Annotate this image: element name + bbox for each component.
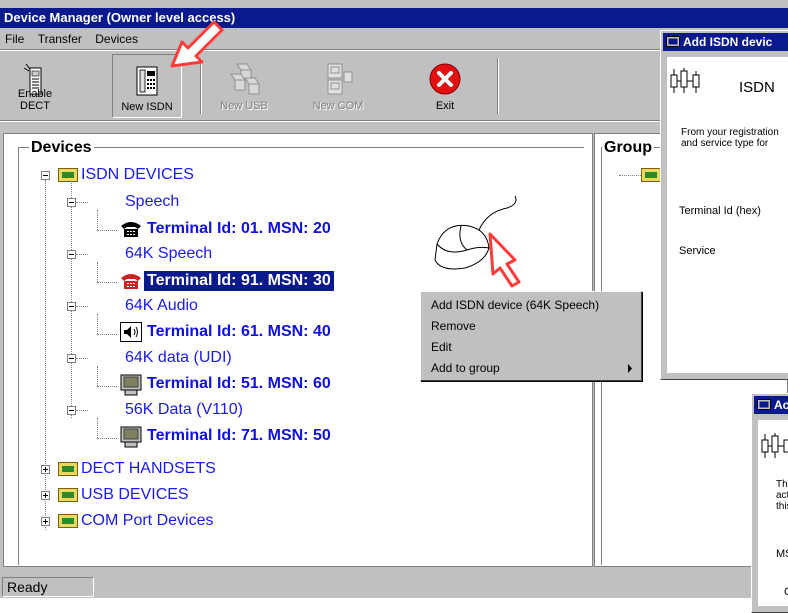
- group-64k-speech[interactable]: 64K Speech: [125, 244, 212, 264]
- isdn-connector-icon: [670, 68, 700, 93]
- group-speech[interactable]: Speech: [125, 192, 179, 212]
- secondary-text-3: this: [776, 501, 788, 512]
- tree-line: [97, 334, 117, 335]
- window-title: Device Manager (Owner level access): [0, 8, 788, 28]
- devices-title: Devices: [29, 139, 94, 157]
- tree-line: [97, 210, 98, 230]
- isdn-phone-icon: [136, 66, 158, 96]
- menu-item-remove[interactable]: Remove: [431, 318, 476, 334]
- terminal-91-selected[interactable]: Terminal Id: 91. MSN: 30: [144, 271, 334, 291]
- tree-line: [97, 230, 117, 231]
- menu-item-add-to-group[interactable]: Add to group: [431, 360, 500, 376]
- folder-icon: [58, 168, 78, 182]
- groups-title: Group: [602, 139, 654, 157]
- isdn-connector-icon: [761, 433, 788, 458]
- new-isdn-label: New ISDN: [121, 101, 173, 113]
- exit-label: Exit: [435, 100, 455, 112]
- menu-item-add-isdn[interactable]: Add ISDN device (64K Speech): [431, 297, 599, 313]
- isdn-devices-node[interactable]: ISDN DEVICES: [81, 165, 194, 185]
- secondary-dialog-body: Th act this MS Ch: [758, 420, 788, 606]
- collapse-toggle[interactable]: [67, 354, 76, 363]
- dialog-window-icon: [757, 399, 771, 410]
- exit-button[interactable]: Exit: [416, 54, 474, 116]
- close-icon: [429, 63, 461, 95]
- collapse-toggle[interactable]: [67, 250, 76, 259]
- expand-toggle[interactable]: [41, 517, 50, 526]
- collapse-toggle[interactable]: [67, 406, 76, 415]
- mouse-illustration-icon: [434, 195, 521, 288]
- group-64k-data[interactable]: 64K data (UDI): [125, 348, 232, 368]
- enable-dect-label: Enable DECT: [17, 88, 53, 112]
- collapse-toggle[interactable]: [67, 198, 76, 207]
- collapse-toggle[interactable]: [41, 171, 50, 180]
- folder-icon: [58, 462, 78, 476]
- tree-line: [97, 314, 98, 334]
- expand-toggle[interactable]: [41, 491, 50, 500]
- com-port-devices-node[interactable]: COM Port Devices: [81, 511, 213, 531]
- tree-line: [76, 410, 88, 411]
- terminal-id-label: Terminal Id (hex): [679, 205, 761, 217]
- speaker-icon: [120, 322, 142, 342]
- usb-devices-node[interactable]: USB DEVICES: [81, 485, 189, 505]
- tree-line: [76, 358, 88, 359]
- secondary-ms-label: MS: [776, 548, 788, 560]
- terminal-61[interactable]: Terminal Id: 61. MSN: 40: [147, 322, 331, 342]
- terminal-51[interactable]: Terminal Id: 51. MSN: 60: [147, 374, 331, 394]
- tree-line: [97, 418, 98, 438]
- new-com-button[interactable]: New COM: [308, 54, 368, 116]
- toolbar: Enable DECT New ISDN New USB New COM Exi…: [0, 52, 660, 118]
- add-isdn-dialog-title: Add ISDN devic: [663, 33, 788, 51]
- submenu-arrow-icon: [628, 364, 632, 373]
- secondary-ch-label: Ch: [784, 586, 788, 598]
- terminal-01[interactable]: Terminal Id: 01. MSN: 20: [147, 219, 331, 239]
- tree-line: [97, 386, 117, 387]
- phone-icon: [121, 274, 141, 289]
- folder-icon: [58, 514, 78, 528]
- tree-line: [97, 282, 117, 283]
- new-usb-label: New USB: [220, 100, 268, 112]
- tree-line: [45, 180, 46, 530]
- folder-icon: [641, 168, 661, 182]
- com-port-icon: [327, 63, 353, 95]
- phone-icon: [121, 222, 141, 237]
- add-isdn-dialog-body: ISDN From your registration and service …: [667, 57, 788, 373]
- tree-line: [76, 254, 88, 255]
- add-isdn-desc-2: and service type for: [681, 138, 769, 149]
- tree-line: [76, 306, 88, 307]
- expand-toggle[interactable]: [41, 465, 50, 474]
- terminal-71[interactable]: Terminal Id: 71. MSN: 50: [147, 426, 331, 446]
- toolbar-separator: [497, 58, 499, 114]
- dect-handsets-node[interactable]: DECT HANDSETS: [81, 459, 216, 479]
- tree-line: [97, 262, 98, 282]
- context-menu: Add ISDN device (64K Speech) Remove Edit…: [420, 291, 642, 381]
- tree-line: [71, 180, 72, 418]
- tree-line: [97, 366, 98, 386]
- computer-icon: [120, 374, 142, 396]
- menu-transfer[interactable]: Transfer: [33, 32, 87, 46]
- status-text: Ready: [2, 577, 94, 597]
- tree-line: [619, 175, 641, 176]
- add-isdn-dialog: Add ISDN devic ISDN From your registrati…: [660, 30, 788, 380]
- menu-file[interactable]: File: [0, 32, 29, 46]
- enable-dect-button[interactable]: Enable DECT: [2, 54, 68, 116]
- computer-icon: [120, 426, 142, 448]
- menu-devices[interactable]: Devices: [90, 32, 143, 46]
- group-64k-audio[interactable]: 64K Audio: [125, 296, 198, 316]
- menu-item-edit[interactable]: Edit: [431, 339, 452, 355]
- group-56k-data[interactable]: 56K Data (V110): [125, 400, 243, 420]
- new-com-label: New COM: [312, 100, 364, 112]
- dialog-window-icon: [666, 36, 680, 47]
- status-bar: Ready: [0, 576, 788, 598]
- service-label: Service: [679, 245, 716, 257]
- usb-devices-icon: [230, 63, 260, 95]
- tree-line: [97, 438, 117, 439]
- tree-line: [76, 202, 88, 203]
- add-isdn-heading: ISDN: [739, 79, 775, 96]
- collapse-toggle[interactable]: [67, 302, 76, 311]
- menu-divider: [0, 49, 660, 51]
- secondary-dialog: Ac Th act this MS Ch: [751, 393, 788, 613]
- pointer-arrow-icon: [170, 20, 224, 68]
- menu-bar: File Transfer Devices: [0, 29, 660, 49]
- folder-icon: [58, 488, 78, 502]
